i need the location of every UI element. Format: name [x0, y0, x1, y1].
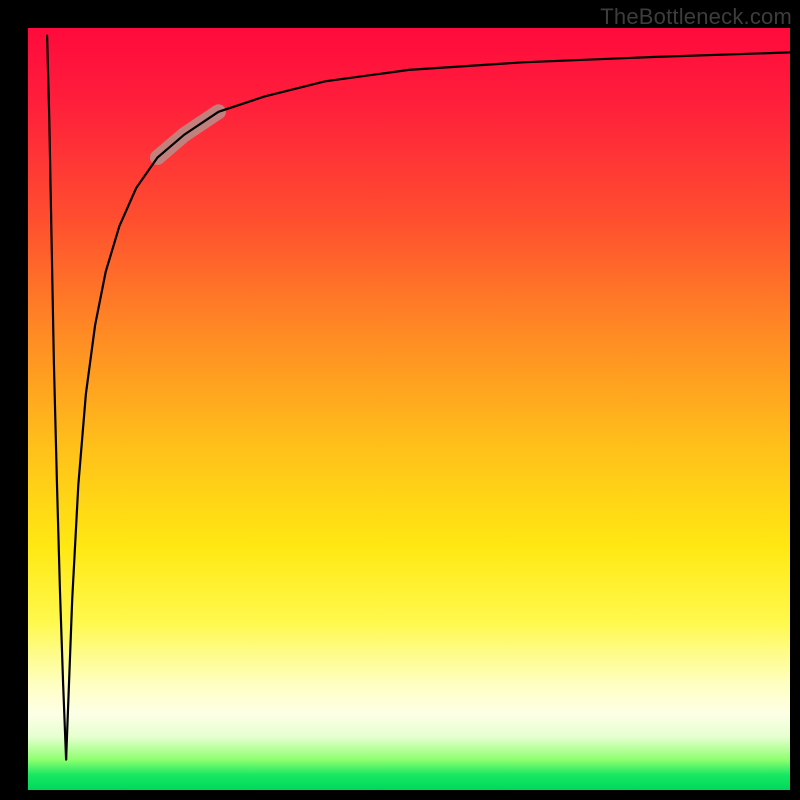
- curve-main: [66, 52, 790, 759]
- curve-descent: [47, 36, 66, 760]
- chart-container: TheBottleneck.com: [0, 0, 800, 800]
- watermark-text: TheBottleneck.com: [600, 4, 792, 30]
- curve-layer: [28, 28, 790, 790]
